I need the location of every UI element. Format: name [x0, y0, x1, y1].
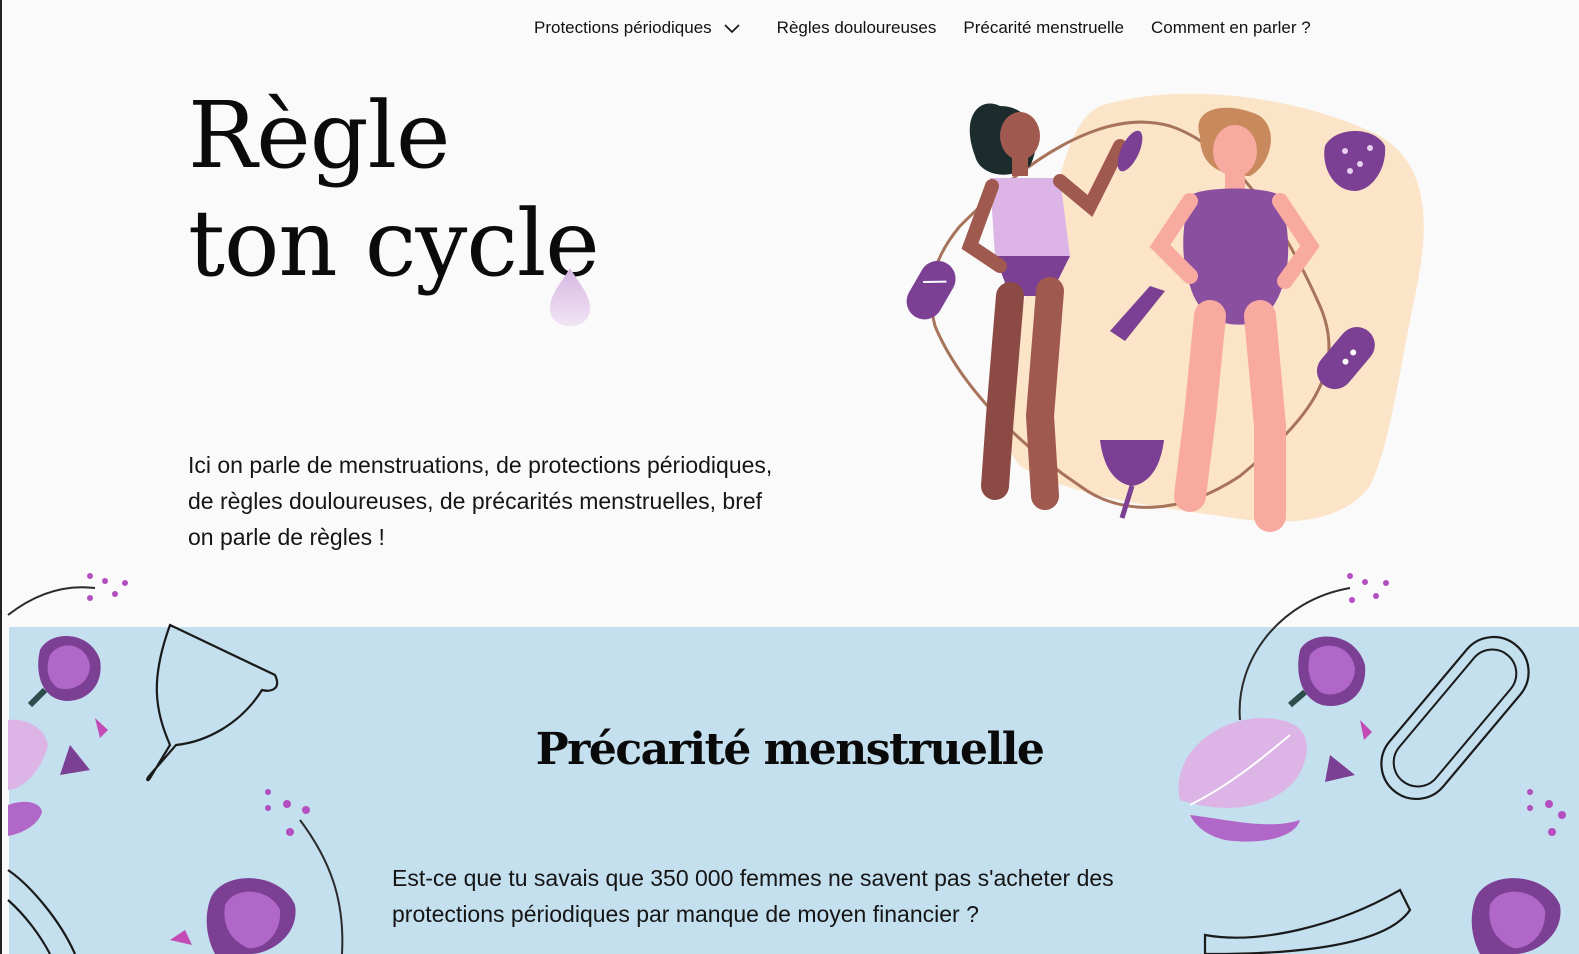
nav-item-protections[interactable]: Protections périodiques: [534, 18, 740, 38]
two-women-illustration: [906, 93, 1424, 532]
main-nav: Protections périodiques Règles douloureu…: [534, 14, 1311, 42]
hero-title-line2: ton cycle: [188, 190, 600, 297]
hero-description: Ici on parle de menstruations, de protec…: [188, 452, 773, 550]
nav-item-comment-en-parler[interactable]: Comment en parler ?: [1151, 18, 1311, 38]
section-title: Précarité menstruelle: [535, 724, 1045, 775]
pad-icon: [906, 260, 956, 320]
section-text: Est-ce que tu savais que 350 000 femmes …: [392, 865, 1114, 927]
nav-item-regles-douloureuses[interactable]: Règles douloureuses: [777, 18, 937, 38]
nav-item-label: Comment en parler ?: [1151, 18, 1311, 37]
nav-item-label: Règles douloureuses: [776, 18, 937, 37]
hero-title-line1: Règle: [188, 82, 450, 189]
left-edge-rule: [0, 0, 2, 954]
nav-item-label: Précarité menstruelle: [963, 18, 1125, 37]
droplet-icon: [550, 268, 590, 326]
chevron-down-icon: [724, 24, 740, 34]
nav-item-precarite[interactable]: Précarité menstruelle: [963, 18, 1124, 38]
nav-item-label: Protections périodiques: [534, 18, 712, 37]
hero-title: Règle ton cycle: [188, 82, 600, 298]
